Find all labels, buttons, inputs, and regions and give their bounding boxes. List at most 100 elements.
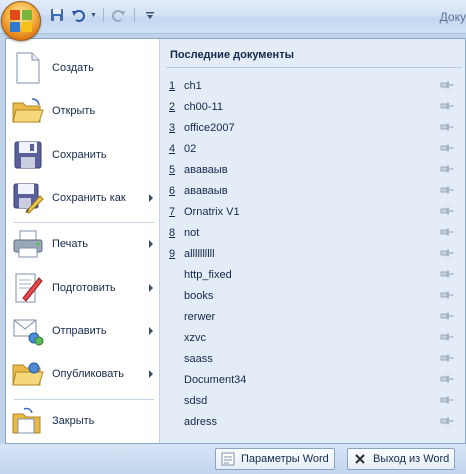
recent-document-item[interactable]: 1 ch1 [160,75,466,96]
pin-icon[interactable] [440,269,454,279]
recent-document-name: allllllllll [184,247,215,260]
recent-document-name: rerwer [184,310,216,323]
recent-document-name: xzvc [184,331,206,344]
pin-icon[interactable] [440,80,454,90]
recent-document-item[interactable]: adress [160,411,466,432]
recent-document-name: books [184,289,214,302]
recent-document-number: 2 [169,100,176,113]
recent-document-name: ававаыв [184,184,228,197]
pin-icon[interactable] [440,164,454,174]
pin-icon[interactable] [440,227,454,237]
new-document-icon [11,51,45,85]
recent-document-item[interactable]: Document34 [160,369,466,390]
recent-separator [166,67,462,68]
close-label: Закрыть [52,415,95,427]
recent-document-number: 6 [169,184,176,197]
print-command[interactable]: Печать [6,222,159,266]
command-list: Создать Открыть Сохранить Сохранить как [6,39,159,443]
pin-icon[interactable] [440,374,454,384]
word-options-button[interactable]: Параметры Word [215,448,335,470]
title-bar: ▼ Доку [0,0,466,41]
recent-document-item[interactable]: http_fixed [160,264,466,285]
publish-icon [11,357,45,391]
recent-document-item[interactable]: 9 allllllllll [160,243,466,264]
undo-icon[interactable] [69,6,87,24]
pin-icon[interactable] [440,185,454,195]
send-icon [11,314,45,348]
pin-icon[interactable] [440,101,454,111]
prepare-command[interactable]: Подготовить [6,266,159,310]
open-label: Открыть [52,105,96,117]
recent-documents-panel: Последние документы 1 ch1 2 ch00-11 3 office2… [159,39,465,443]
close-x-icon [352,451,368,467]
pin-icon[interactable] [440,395,454,405]
pin-icon[interactable] [440,248,454,258]
save-as-icon [11,181,45,215]
new-command[interactable]: Создать [6,46,159,90]
print-label: Печать [52,238,89,250]
options-icon [220,451,236,467]
recent-document-number: 8 [169,226,176,239]
word-options-label: Параметры Word [241,453,329,465]
publish-command[interactable]: Опубликовать [6,352,159,396]
send-label: Отправить [52,325,107,337]
publish-label: Опубликовать [52,368,124,380]
office-button[interactable] [1,1,41,41]
recent-document-item[interactable]: sdsd [160,390,466,411]
pin-icon[interactable] [440,416,454,426]
pin-icon[interactable] [440,353,454,363]
pin-icon[interactable] [440,311,454,321]
customize-icon[interactable] [141,6,159,24]
save-label: Сохранить [52,149,107,161]
open-command[interactable]: Открыть [6,89,159,133]
recent-documents-title: Последние документы [170,49,294,61]
close-folder-icon [11,404,45,438]
submenu-arrow-icon [149,194,153,202]
recent-document-item[interactable]: 3 office2007 [160,117,466,138]
recent-document-name: ch00-11 [184,100,223,113]
open-folder-icon [11,94,45,128]
recent-document-item[interactable]: xzvc [160,327,466,348]
recent-document-name: ававаыв [184,163,228,176]
pin-icon[interactable] [440,122,454,132]
recent-document-name: office2007 [184,121,235,134]
recent-document-item[interactable]: 8 not [160,222,466,243]
recent-document-name: adress [184,415,218,428]
recent-document-item[interactable]: 7 Ornatrix V1 [160,201,466,222]
submenu-arrow-icon [149,240,153,248]
save-icon[interactable] [48,6,66,24]
recent-document-number: 1 [169,79,176,92]
save-as-label: Сохранить как [52,192,126,204]
quick-access-toolbar: ▼ [48,6,159,24]
exit-word-button[interactable]: Выход из Word [347,448,456,470]
pin-icon[interactable] [440,332,454,342]
recent-document-name: 02 [184,142,197,155]
pin-icon[interactable] [440,143,454,153]
close-command[interactable]: Закрыть [6,399,159,443]
recent-document-name: Ornatrix V1 [184,205,240,218]
office-logo-icon [10,10,32,32]
pin-icon[interactable] [440,206,454,216]
recent-document-name: Document34 [184,373,247,386]
recent-document-item[interactable]: saass [160,348,466,369]
undo-dropdown-icon[interactable]: ▼ [90,12,97,19]
send-command[interactable]: Отправить [6,309,159,353]
redo-icon[interactable] [110,6,128,24]
recent-document-item[interactable]: rerwer [160,306,466,327]
submenu-arrow-icon [149,284,153,292]
save-command[interactable]: Сохранить [6,133,159,177]
recent-document-number: 9 [169,247,176,260]
recent-document-item[interactable]: 6 ававаыв [160,180,466,201]
recent-document-item[interactable]: books [160,285,466,306]
recent-document-name: http_fixed [184,268,232,281]
submenu-arrow-icon [149,370,153,378]
recent-document-name: sdsd [184,394,208,407]
pin-icon[interactable] [440,290,454,300]
recent-document-item[interactable]: 4 02 [160,138,466,159]
save-as-command[interactable]: Сохранить как [6,176,159,220]
recent-document-item[interactable]: 5 ававаыв [160,159,466,180]
prepare-icon [11,271,45,305]
save-icon [11,138,45,172]
recent-document-item[interactable]: 2 ch00-11 [160,96,466,117]
prepare-label: Подготовить [52,282,116,294]
